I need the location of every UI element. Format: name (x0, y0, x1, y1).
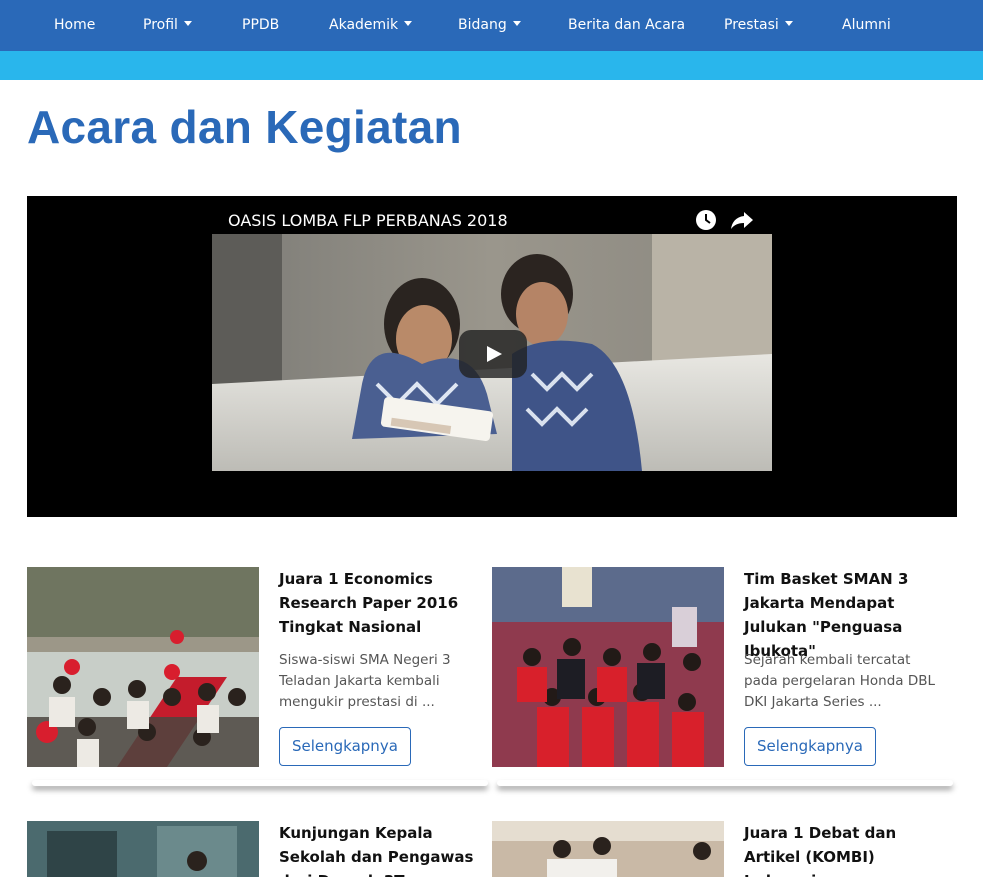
nav-bidang-dropdown[interactable]: Bidang (458, 0, 521, 51)
news-card-title[interactable]: Kunjungan Kepala Sekolah dan Pengawas da… (279, 821, 489, 877)
nav-prestasi-label: Prestasi (724, 17, 779, 33)
news-card-title[interactable]: Juara 1 Economics Research Paper 2016 Ti… (279, 567, 489, 639)
news-card: Kunjungan Kepala Sekolah dan Pengawas da… (27, 821, 487, 877)
nav-prestasi-dropdown[interactable]: Prestasi (724, 0, 793, 51)
news-card-photo (27, 567, 259, 767)
nav-alumni[interactable]: Alumni (842, 0, 891, 51)
nav-alumni-label: Alumni (842, 17, 891, 33)
news-card-image[interactable] (27, 567, 259, 767)
nav-profil-dropdown[interactable]: Profil (143, 0, 192, 51)
news-card-photo (27, 821, 259, 877)
news-card: Tim Basket SMAN 3 Jakarta Mendapat Juluk… (492, 567, 952, 777)
embedded-video-player[interactable]: OASIS LOMBA FLP PERBANAS 2018 (27, 196, 957, 517)
nav-berita-dan-acara[interactable]: Berita dan Acara (568, 0, 685, 51)
nav-akademik-dropdown[interactable]: Akademik (329, 0, 413, 51)
card-shadow (32, 780, 488, 786)
caret-down-icon (512, 21, 521, 26)
news-card: Juara 1 Debat dan Artikel (KOMBI) Indone… (492, 821, 952, 877)
news-card: Juara 1 Economics Research Paper 2016 Ti… (27, 567, 487, 777)
video-title: OASIS LOMBA FLP PERBANAS 2018 (228, 211, 508, 230)
news-card-excerpt: Siswa-siswi SMA Negeri 3 Teladan Jakarta… (279, 652, 451, 710)
nav-akademik-label: Akademik (329, 17, 399, 33)
read-more-button[interactable]: Selengkapnya (279, 727, 411, 766)
nav-ppdb[interactable]: PPDB (242, 0, 279, 51)
nav-berita-label: Berita dan Acara (568, 17, 686, 33)
play-button[interactable] (459, 330, 527, 378)
card-shadow (497, 780, 953, 786)
main-navbar: Home Profil PPDB Akademik Bidang Berita … (0, 0, 983, 51)
caret-down-icon (404, 21, 413, 26)
read-more-button[interactable]: Selengkapnya (744, 727, 876, 766)
news-card-image[interactable] (27, 821, 259, 877)
news-card-image[interactable] (492, 821, 724, 877)
news-card-photo (492, 567, 724, 767)
nav-bidang-label: Bidang (458, 17, 507, 33)
watch-later-clock-icon[interactable] (695, 209, 717, 231)
caret-down-icon (784, 21, 793, 26)
news-card-excerpt: Sejarah kembali tercatat pada pergelaran… (744, 652, 936, 710)
nav-ppdb-label: PPDB (242, 17, 280, 33)
news-card-title[interactable]: Juara 1 Debat dan Artikel (KOMBI) Indone… (744, 821, 954, 877)
nav-profil-label: Profil (143, 17, 178, 33)
page-title: Acara dan Kegiatan (27, 101, 462, 153)
nav-home-label: Home (54, 17, 96, 33)
news-card-photo (492, 821, 724, 877)
news-card-title[interactable]: Tim Basket SMAN 3 Jakarta Mendapat Juluk… (744, 567, 954, 663)
caret-down-icon (183, 21, 192, 26)
news-card-image[interactable] (492, 567, 724, 767)
nav-home[interactable]: Home (54, 0, 95, 51)
share-arrow-icon[interactable] (730, 209, 754, 231)
accent-strip (0, 51, 983, 80)
